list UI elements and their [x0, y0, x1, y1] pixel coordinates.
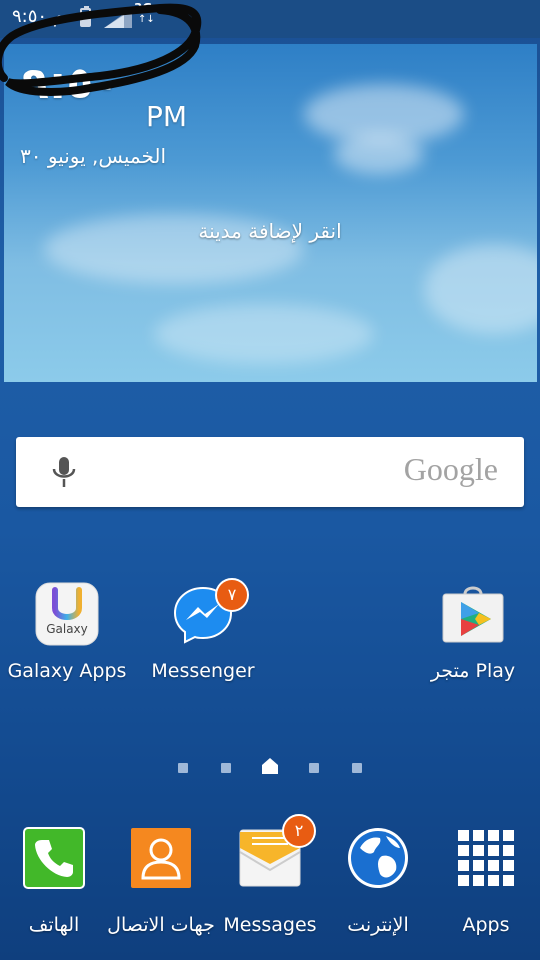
contacts-icon	[129, 826, 193, 890]
messages-badge: ٢	[282, 814, 316, 848]
microphone-icon[interactable]	[49, 455, 79, 489]
signal-strength-icon	[104, 8, 132, 28]
messenger-badge: ٧	[215, 578, 249, 612]
app-label: متجر Play	[430, 660, 516, 682]
status-bar: م ٩:٥٠ 3G ↑↓	[0, 0, 540, 38]
google-search-bar[interactable]: Google	[16, 437, 524, 507]
clock-date: الخميس, يونيو ٣٠	[20, 144, 167, 168]
play-store-icon	[441, 582, 505, 646]
clock-time: ٩:٥٠	[22, 58, 121, 109]
page-dot[interactable]	[221, 763, 231, 773]
app-label: Apps	[462, 914, 510, 936]
status-time: م ٩:٥٠	[12, 6, 64, 27]
app-play-store[interactable]: متجر Play	[408, 582, 538, 682]
data-activity-icon: ↑↓	[138, 14, 155, 25]
messages-icon: ٢	[238, 814, 316, 890]
page-indicator	[0, 757, 540, 777]
app-label: Galaxy Apps	[7, 660, 127, 682]
app-messenger[interactable]: ٧ Messenger	[138, 578, 268, 682]
network-type-label: 3G	[134, 1, 153, 15]
messenger-icon: ٧	[171, 578, 249, 646]
page-dot[interactable]	[178, 763, 188, 773]
add-city-link[interactable]: انقر لإضافة مدينة	[0, 219, 540, 243]
galaxy-apps-icon-text: Galaxy	[46, 622, 88, 636]
galaxy-apps-icon: Galaxy	[35, 582, 99, 646]
app-galaxy-apps[interactable]: Galaxy Galaxy Apps	[2, 582, 132, 682]
apps-grid-icon	[454, 826, 518, 890]
clock-ampm: PM	[146, 100, 188, 133]
phone-icon	[22, 826, 86, 890]
dock-apps[interactable]: Apps	[421, 826, 540, 936]
home-page-icon[interactable]	[261, 757, 279, 775]
app-label: Messenger	[151, 660, 255, 682]
google-logo: Google	[403, 451, 498, 487]
battery-icon	[80, 6, 91, 27]
page-dot[interactable]	[309, 763, 319, 773]
internet-globe-icon	[346, 826, 410, 890]
page-dot[interactable]	[352, 763, 362, 773]
